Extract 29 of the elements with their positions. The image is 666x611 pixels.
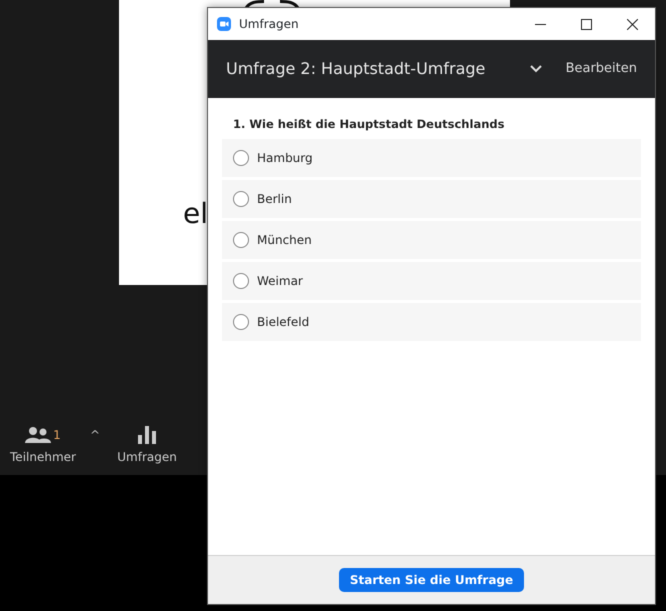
option-label: Hamburg — [257, 150, 313, 168]
radio-button[interactable] — [233, 191, 249, 208]
radio-button[interactable] — [233, 273, 249, 290]
option-label: Berlin — [257, 191, 292, 208]
window-title: Umfragen — [239, 16, 300, 33]
question-text: 1. Wie heißt die Hauptstadt Deutschlands — [233, 116, 506, 133]
toolbar-label: Umfragen — [117, 449, 177, 466]
participant-count: 1 — [53, 427, 61, 444]
maximize-icon — [580, 18, 592, 30]
edit-link[interactable]: Bearbeiten — [566, 59, 637, 79]
chevron-down-icon[interactable] — [530, 65, 542, 73]
option-label: Weimar — [257, 273, 303, 290]
start-poll-button[interactable]: Starten Sie die Umfrage — [338, 568, 524, 592]
poll-title: Umfrage 2: Hauptstadt-Umfrage — [226, 58, 486, 80]
app-icon — [217, 17, 231, 31]
close-icon — [626, 18, 638, 30]
option-label: München — [257, 232, 312, 250]
shared-text: el — [183, 200, 208, 228]
bar-chart-icon — [138, 426, 156, 444]
people-icon — [25, 426, 52, 444]
participants-button[interactable]: 1 Teilnehmer — [0, 420, 86, 466]
radio-button[interactable] — [233, 150, 249, 166]
option-label: Bielefeld — [257, 314, 310, 332]
curve-drawing — [244, 0, 300, 8]
caret-button[interactable]: ^ — [90, 426, 100, 444]
toolbar-label: Teilnehmer — [10, 449, 76, 466]
radio-button[interactable] — [233, 314, 249, 330]
radio-button[interactable] — [233, 232, 249, 248]
polls-button[interactable]: Umfragen — [104, 420, 190, 466]
